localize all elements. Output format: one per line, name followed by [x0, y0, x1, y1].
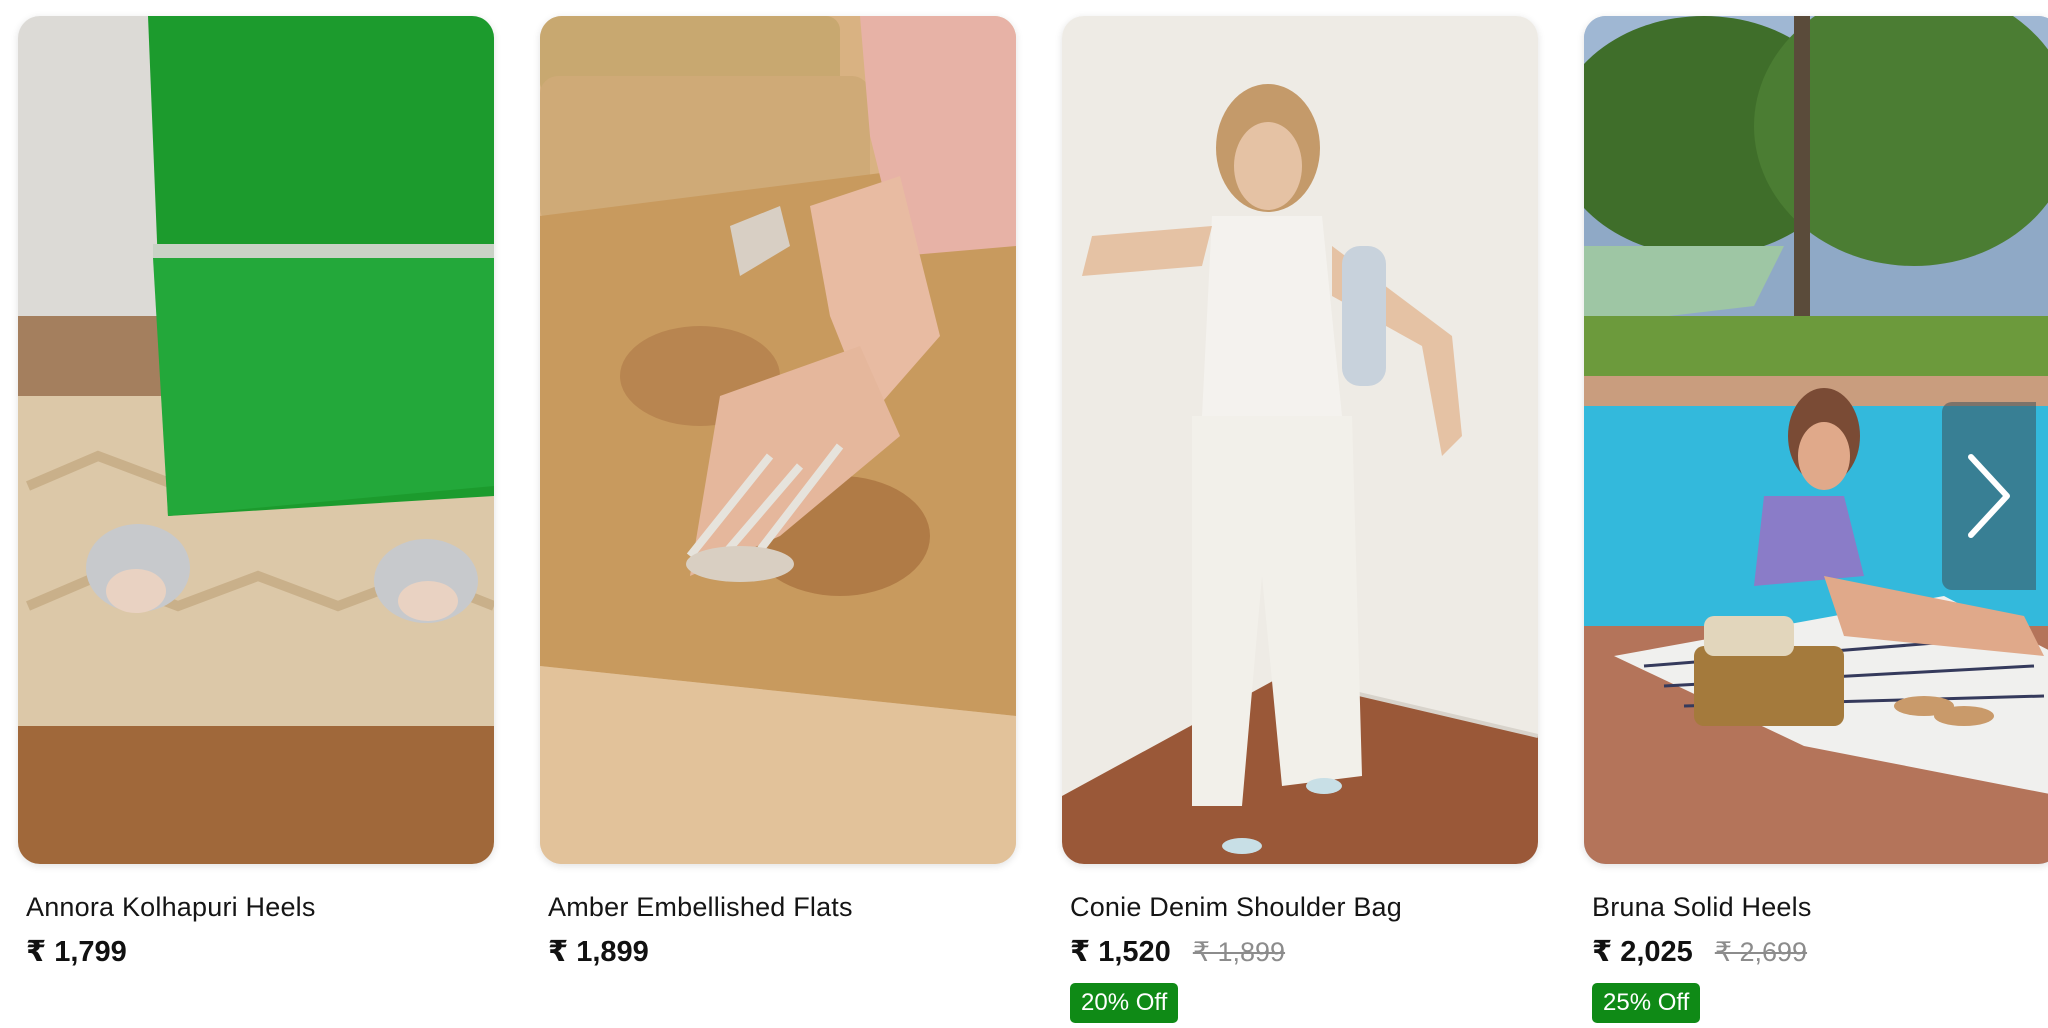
- product-price: ₹ 1,899: [548, 936, 649, 968]
- price-row: ₹ 1,520 ₹ 1,899: [1070, 934, 1538, 969]
- product-mrp: ₹ 2,699: [1714, 937, 1808, 967]
- product-image-graphic: [18, 16, 494, 864]
- carousel-next-button[interactable]: [1942, 402, 2036, 590]
- price-row: ₹ 2,025 ₹ 2,699: [1592, 934, 2048, 969]
- discount-badge: 25% Off: [1592, 983, 1701, 1023]
- product-title[interactable]: Annora Kolhapuri Heels: [26, 890, 494, 924]
- product-price: ₹ 2,025: [1592, 936, 1693, 968]
- product-price: ₹ 1,520: [1070, 936, 1171, 968]
- price-row: ₹ 1,799: [26, 934, 494, 969]
- product-image-graphic: [1062, 16, 1538, 864]
- product-price: ₹ 1,799: [26, 936, 127, 968]
- price-row: ₹ 1,899: [548, 934, 1016, 969]
- product-title[interactable]: Amber Embellished Flats: [548, 890, 1016, 924]
- product-carousel: Annora Kolhapuri Heels ₹ 1,799 Amber Emb…: [0, 0, 2048, 1028]
- product-card[interactable]: Amber Embellished Flats ₹ 1,899: [540, 16, 1016, 969]
- product-card[interactable]: Conie Denim Shoulder Bag ₹ 1,520 ₹ 1,899…: [1062, 16, 1538, 1023]
- product-image[interactable]: [1062, 16, 1538, 864]
- product-title[interactable]: Conie Denim Shoulder Bag: [1070, 890, 1538, 924]
- discount-badge: 20% Off: [1070, 983, 1179, 1023]
- product-image-graphic: [540, 16, 1016, 864]
- product-title[interactable]: Bruna Solid Heels: [1592, 890, 2048, 924]
- product-card[interactable]: Annora Kolhapuri Heels ₹ 1,799: [18, 16, 494, 969]
- product-mrp: ₹ 1,899: [1192, 937, 1286, 967]
- product-image[interactable]: [18, 16, 494, 864]
- product-image[interactable]: [540, 16, 1016, 864]
- chevron-right-icon: [1968, 454, 2010, 538]
